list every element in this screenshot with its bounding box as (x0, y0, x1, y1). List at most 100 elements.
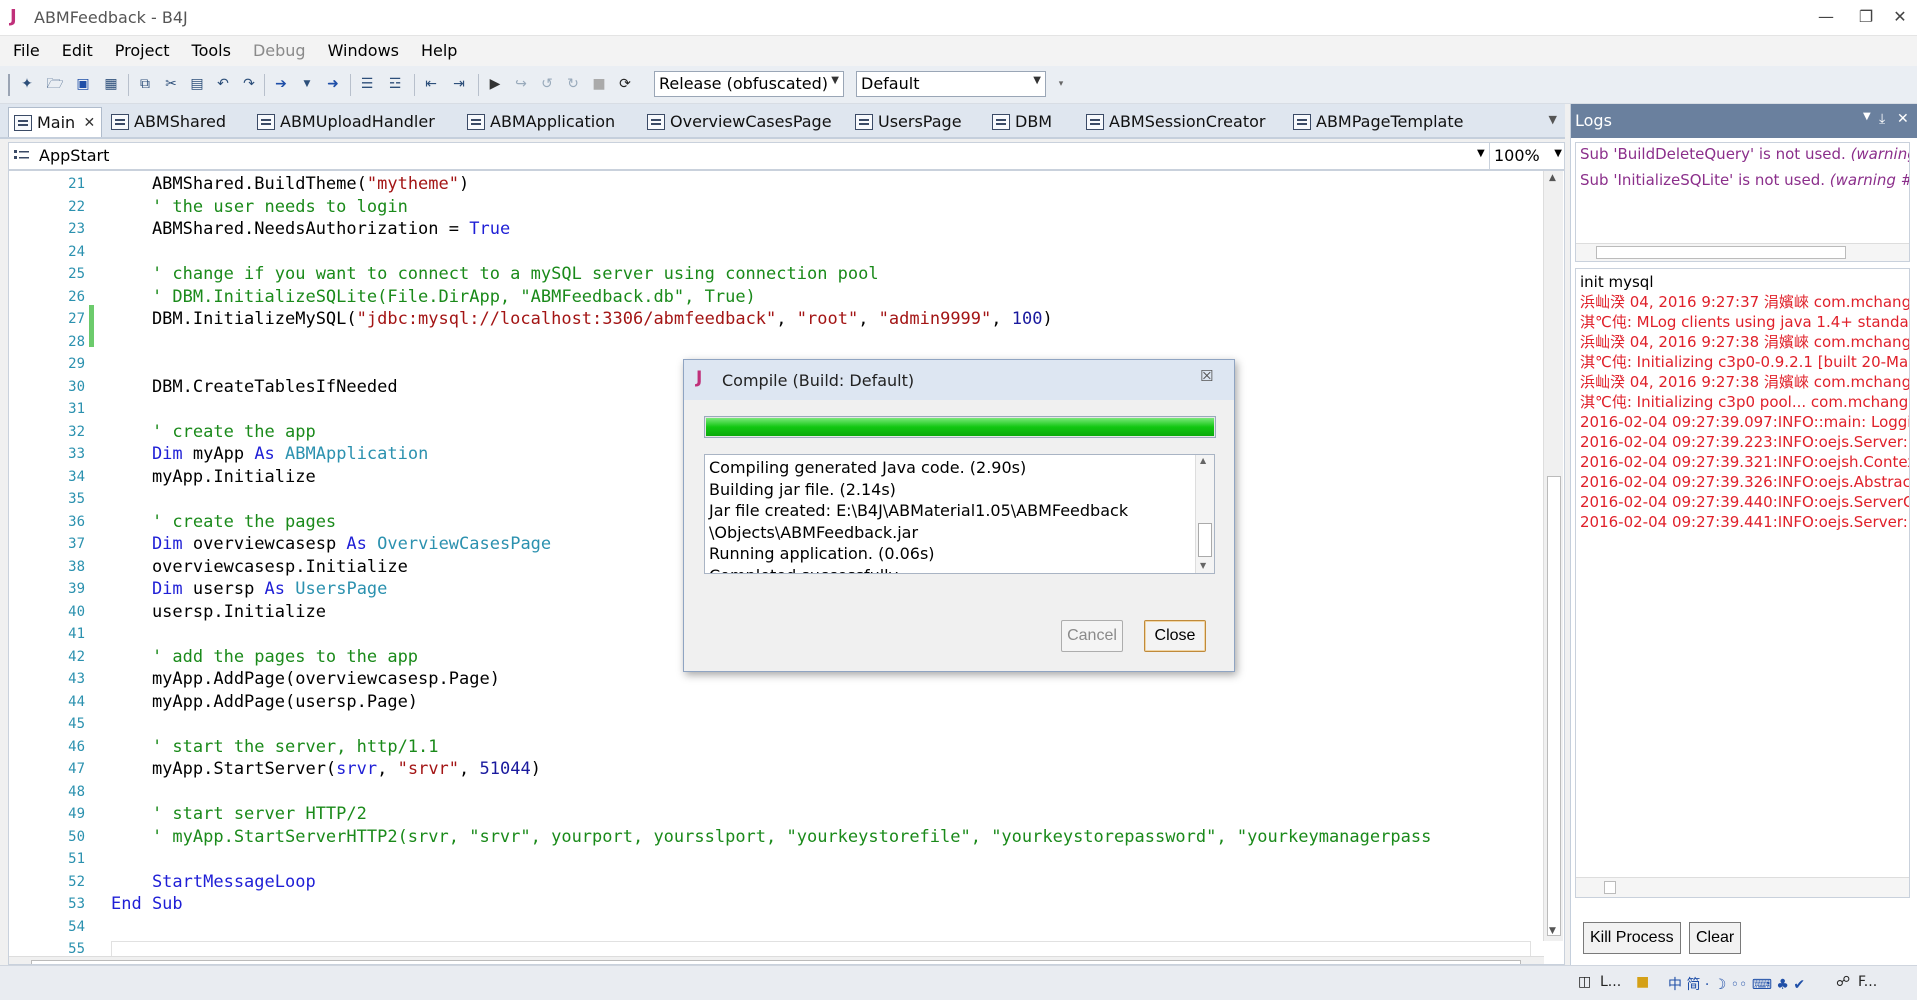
code-line[interactable]: 49 ' start server HTTP/2 (9, 803, 1529, 825)
outdent-icon[interactable]: ⇤ (420, 73, 442, 95)
code-line[interactable]: 54 (9, 916, 1529, 938)
code-line[interactable]: 22 ' the user needs to login (9, 196, 1529, 218)
scroll-down-icon[interactable]: ▼ (1200, 561, 1206, 570)
tab-abmuploadhandler[interactable]: ABMUploadHandler (252, 107, 435, 137)
code-line[interactable]: 27 DBM.InitializeMySQL("jdbc:mysql://loc… (9, 308, 1529, 330)
editor-horizontal-scrollbar[interactable] (9, 956, 1544, 964)
menu-tools[interactable]: Tools (179, 36, 240, 66)
menu-debug[interactable]: Debug (240, 36, 315, 66)
tab-dbm[interactable]: DBM (987, 107, 1052, 137)
scroll-up-icon[interactable]: ▲ (1200, 456, 1206, 465)
close-icon[interactable]: ✕ (1880, 4, 1917, 30)
pin-icon[interactable]: ⤓ (1879, 111, 1885, 127)
ime-toolbar[interactable]: 中 简 · ☽ ◦◦ ⌨ ♣ ✔ (1668, 974, 1805, 994)
list-item[interactable]: Sub 'BuildDeleteQuery' is not used. (war… (1576, 143, 1909, 169)
code-line[interactable]: 28 (9, 331, 1529, 353)
menu-windows[interactable]: Windows (315, 36, 408, 66)
log-horizontal-scrollbar[interactable] (1576, 877, 1909, 897)
step-out-icon[interactable]: ↻ (562, 73, 584, 95)
code-line[interactable]: 51 (9, 848, 1529, 870)
tab-abmshared[interactable]: ABMShared (106, 107, 226, 137)
save-all-icon[interactable]: ▦ (100, 73, 122, 95)
tab-main[interactable]: Main ✕ (8, 107, 103, 138)
restart-icon[interactable]: ⟳ (614, 73, 636, 95)
open-folder-icon[interactable]: 🗁 (44, 73, 66, 95)
folder-icon[interactable]: ■ (1636, 974, 1649, 990)
kill-process-button[interactable]: Kill Process (1583, 922, 1681, 954)
log-line[interactable]: 淇℃伅: MLog clients using java 1.4+ standa… (1576, 312, 1909, 332)
build-config-select[interactable]: Release (obfuscated) ▼ (654, 71, 844, 97)
log-line[interactable]: 浜屾湀 04, 2016 9:27:38 涓嬪崍 com.mchange (1576, 332, 1909, 352)
code-line[interactable]: 46 ' start the server, http/1.1 (9, 736, 1529, 758)
tab-list-dropdown-icon[interactable]: ▼ (1549, 113, 1557, 126)
log-line[interactable]: 淇℃伅: Initializing c3p0-0.9.2.1 [built 20… (1576, 352, 1909, 372)
code-line[interactable]: 53 End Sub (9, 893, 1529, 915)
tab-abmapplication[interactable]: ABMApplication (462, 107, 615, 137)
paste-icon[interactable]: ▤ (186, 73, 208, 95)
tab-overviewcasespage[interactable]: OverviewCasesPage (642, 107, 832, 137)
scroll-down-icon[interactable]: ▼ (1549, 926, 1556, 936)
warnings-list[interactable]: Sub 'BuildDeleteQuery' is not used. (war… (1575, 142, 1910, 262)
log-line[interactable]: 2016-02-04 09:27:39.321:INFO:oejsh.Conte… (1576, 452, 1909, 472)
step-over-icon[interactable]: ↺ (536, 73, 558, 95)
menu-edit[interactable]: Edit (49, 36, 102, 66)
run-icon[interactable]: ▶ (484, 73, 506, 95)
close-button[interactable]: Close (1144, 620, 1206, 652)
navigate-forward-icon[interactable]: ➜ (322, 73, 344, 95)
list-item[interactable]: Sub 'InitializeSQLite' is not used. (war… (1576, 169, 1909, 195)
zoom-select[interactable]: 100% ▼ (1489, 143, 1565, 169)
menu-help[interactable]: Help (408, 36, 466, 66)
log-line[interactable]: 2016-02-04 09:27:39.440:INFO:oejs.Server… (1576, 492, 1909, 512)
log-line[interactable]: 浜屾湀 04, 2016 9:27:37 涓嬪崍 com.mchange (1576, 292, 1909, 312)
toolbar-overflow-icon[interactable]: ▾ (1050, 73, 1072, 95)
tab-abmsessioncreator[interactable]: ABMSessionCreator (1081, 107, 1265, 137)
code-line[interactable]: 25 ' change if you want to connect to a … (9, 263, 1529, 285)
code-line[interactable]: 24 (9, 241, 1529, 263)
step-in-icon[interactable]: ↪ (510, 73, 532, 95)
log-line[interactable]: 2016-02-04 09:27:39.326:INFO:oejs.Abstra… (1576, 472, 1909, 492)
scroll-up-icon[interactable]: ▲ (1549, 173, 1556, 183)
cancel-button[interactable]: Cancel (1061, 620, 1123, 652)
tab-abmpagetemplate[interactable]: ABMPageTemplate (1288, 107, 1463, 137)
stop-icon[interactable]: ■ (588, 73, 610, 95)
editor-vertical-scrollbar[interactable]: ▲ ▼ (1543, 171, 1563, 941)
copy-icon[interactable]: ⧉ (134, 73, 156, 95)
scroll-thumb[interactable] (1198, 523, 1212, 557)
build-target-select[interactable]: Default ▼ (856, 71, 1046, 97)
menu-project[interactable]: Project (102, 36, 179, 66)
new-file-icon[interactable]: ✦ (16, 73, 38, 95)
panel-tab-icon[interactable]: ☍ (1836, 974, 1850, 990)
menu-file[interactable]: File (0, 36, 49, 66)
code-line[interactable]: 48 (9, 781, 1529, 803)
code-line[interactable]: 50 ' myApp.StartServerHTTP2(srvr, "srvr"… (9, 826, 1529, 848)
code-line[interactable]: 45 (9, 713, 1529, 735)
warnings-horizontal-scrollbar[interactable] (1576, 243, 1909, 261)
log-line[interactable]: 浜屾湀 04, 2016 9:27:38 涓嬪崍 com.mchange (1576, 372, 1909, 392)
log-output[interactable]: init mysql 浜屾湀 04, 2016 9:27:37 涓嬪崍 com.m… (1575, 268, 1910, 898)
panel-tab-label[interactable]: F... (1858, 974, 1877, 990)
close-icon[interactable]: ☒ (1200, 367, 1213, 385)
clear-logs-button[interactable]: Clear (1689, 922, 1742, 954)
redo-icon[interactable]: ↷ (238, 73, 260, 95)
code-line[interactable]: 47 myApp.StartServer(srvr, "srvr", 51044… (9, 758, 1529, 780)
close-tab-icon[interactable]: ✕ (83, 108, 95, 138)
log-line[interactable]: 2016-02-04 09:27:39.097:INFO::main: Logg… (1576, 412, 1909, 432)
navigate-back-dropdown-icon[interactable]: ▼ (296, 73, 318, 95)
log-line[interactable]: init mysql (1576, 272, 1909, 292)
scroll-thumb[interactable] (1596, 246, 1846, 259)
panel-menu-icon[interactable]: ▼ (1863, 111, 1871, 122)
close-icon[interactable]: ✕ (1897, 111, 1909, 127)
minimize-icon[interactable]: — (1806, 4, 1846, 30)
scroll-thumb[interactable] (1547, 476, 1561, 936)
navigate-back-icon[interactable]: ➔ (270, 73, 292, 95)
panel-tab-icon[interactable]: ◫ (1578, 974, 1591, 990)
save-icon[interactable]: ▣ (72, 73, 94, 95)
code-line[interactable]: 23 ABMShared.NeedsAuthorization = True (9, 218, 1529, 240)
panel-tab-label[interactable]: L... (1600, 974, 1621, 990)
code-line[interactable]: 21 ABMShared.BuildTheme("mytheme") (9, 173, 1529, 195)
log-line[interactable]: 2016-02-04 09:27:39.223:INFO:oejs.Server… (1576, 432, 1909, 452)
cut-icon[interactable]: ✂ (160, 73, 182, 95)
log-line[interactable]: 2016-02-04 09:27:39.441:INFO:oejs.Server… (1576, 512, 1909, 532)
log-line[interactable]: 淇℃伅: Initializing c3p0 pool... com.mchan… (1576, 392, 1909, 412)
indent-icon[interactable]: ⇥ (448, 73, 470, 95)
